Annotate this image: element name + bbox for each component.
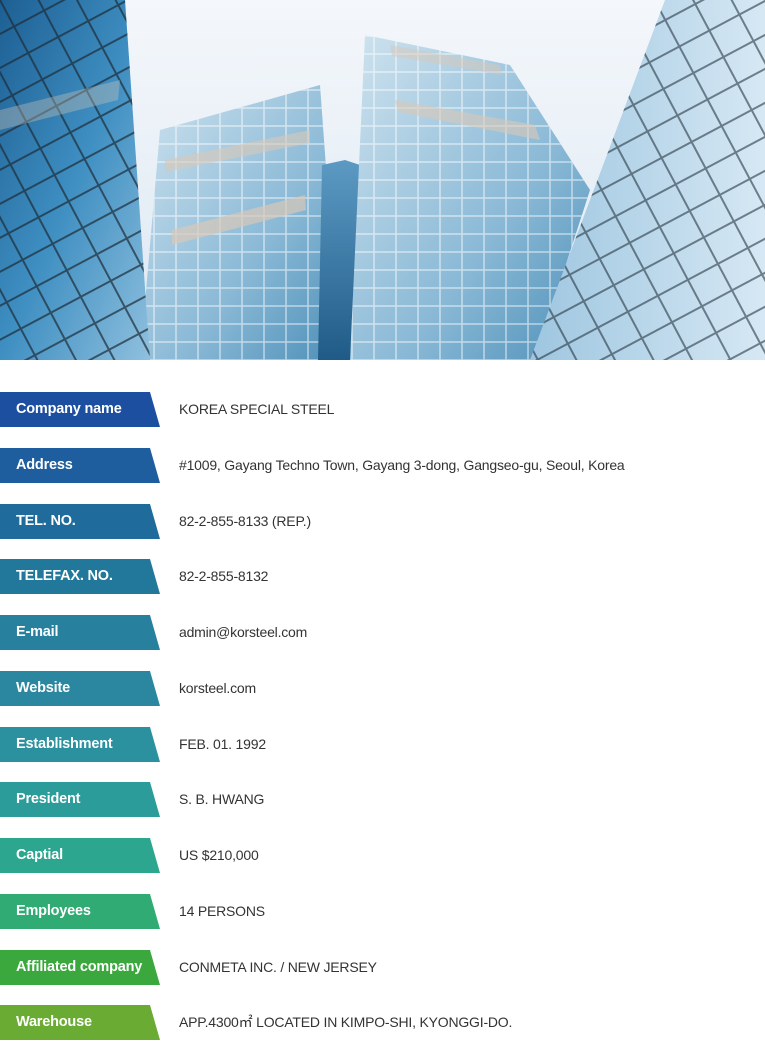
info-row: Captial US $210,000 [0,838,765,873]
info-row: Warehouse APP.4300㎡ LOCATED IN KIMPO-SHI,… [0,1005,765,1040]
info-row: Website korsteel.com [0,671,765,706]
info-value: korsteel.com [179,680,256,696]
info-row: Establishment FEB. 01. 1992 [0,727,765,762]
info-value: 82-2-855-8132 [179,568,269,584]
info-label: TEL. NO. [0,504,160,539]
info-row: TEL. NO. 82-2-855-8133 (REP.) [0,504,765,539]
info-value: APP.4300㎡ LOCATED IN KIMPO-SHI, KYONGGI-… [179,1014,513,1030]
info-value: 14 PERSONS [179,903,265,919]
info-label: Establishment [0,727,160,762]
info-label: TELEFAX. NO. [0,559,160,594]
info-row: Employees 14 PERSONS [0,894,765,929]
info-value: CONMETA INC. / NEW JERSEY [179,959,377,975]
info-row: E-mail admin@korsteel.com [0,615,765,650]
info-row: Company name KOREA SPECIAL STEEL [0,392,765,427]
info-row: Affiliated company CONMETA INC. / NEW JER… [0,950,765,985]
info-value: US $210,000 [179,847,259,863]
info-value: #1009, Gayang Techno Town, Gayang 3-dong… [179,457,625,473]
info-label: Warehouse [0,1005,160,1040]
info-label: President [0,782,160,817]
info-label: Website [0,671,160,706]
info-label: Captial [0,838,160,873]
info-label: Address [0,448,160,483]
info-label: Affiliated company [0,950,160,985]
info-label: Employees [0,894,160,929]
info-row: Address #1009, Gayang Techno Town, Gayang… [0,448,765,483]
info-row: TELEFAX. NO. 82-2-855-8132 [0,559,765,594]
info-value: admin@korsteel.com [179,624,308,640]
info-value: FEB. 01. 1992 [179,736,266,752]
info-value: KOREA SPECIAL STEEL [179,401,335,417]
info-label: E-mail [0,615,160,650]
info-row: President S. B. HWANG [0,782,765,817]
info-value: S. B. HWANG [179,791,265,807]
company-info-list: Company name KOREA SPECIAL STEEL Address #1… [0,0,765,1041]
info-label: Company name [0,392,160,427]
info-value: 82-2-855-8133 (REP.) [179,513,311,529]
